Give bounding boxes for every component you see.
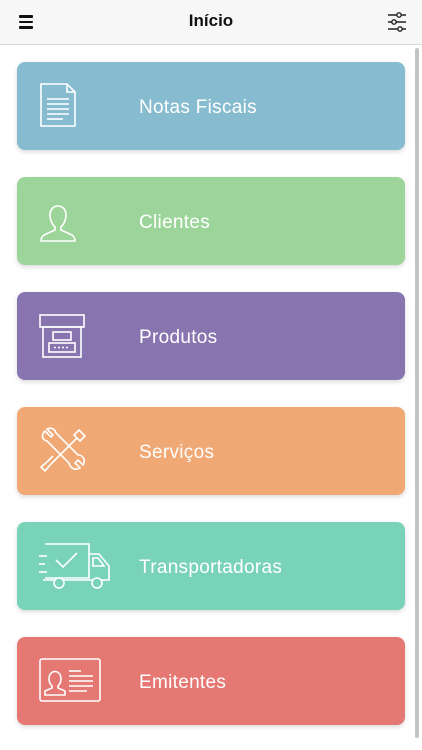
sliders-icon[interactable] bbox=[386, 10, 408, 34]
menu-card-label: Serviços bbox=[139, 442, 215, 463]
delivery-truck-icon bbox=[39, 542, 115, 592]
menu-card-label: Notas Fiscais bbox=[139, 97, 257, 118]
menu-card-label: Produtos bbox=[139, 327, 218, 348]
menu-card-emitentes[interactable]: Emitentes bbox=[17, 637, 405, 725]
menu-card-servicos[interactable]: Serviços bbox=[17, 407, 405, 495]
menu-card-transportadoras[interactable]: Transportadoras bbox=[17, 522, 405, 610]
menu-card-clientes[interactable]: Clientes bbox=[17, 177, 405, 265]
archive-box-icon bbox=[39, 312, 115, 362]
menu-card-produtos[interactable]: Produtos bbox=[17, 292, 405, 380]
scrollbar[interactable] bbox=[415, 48, 419, 738]
menu-card-label: Emitentes bbox=[139, 672, 227, 693]
document-icon bbox=[39, 82, 115, 132]
menu-card-label: Transportadoras bbox=[139, 557, 283, 578]
wrench-screwdriver-icon bbox=[39, 427, 115, 477]
menu-card-label: Clientes bbox=[139, 212, 211, 233]
id-card-icon bbox=[39, 657, 115, 707]
top-bar: Início bbox=[0, 0, 422, 45]
page-title: Início bbox=[188, 11, 234, 30]
menu-card-notas-fiscais[interactable]: Notas Fiscais bbox=[17, 62, 405, 150]
person-icon bbox=[39, 197, 115, 247]
